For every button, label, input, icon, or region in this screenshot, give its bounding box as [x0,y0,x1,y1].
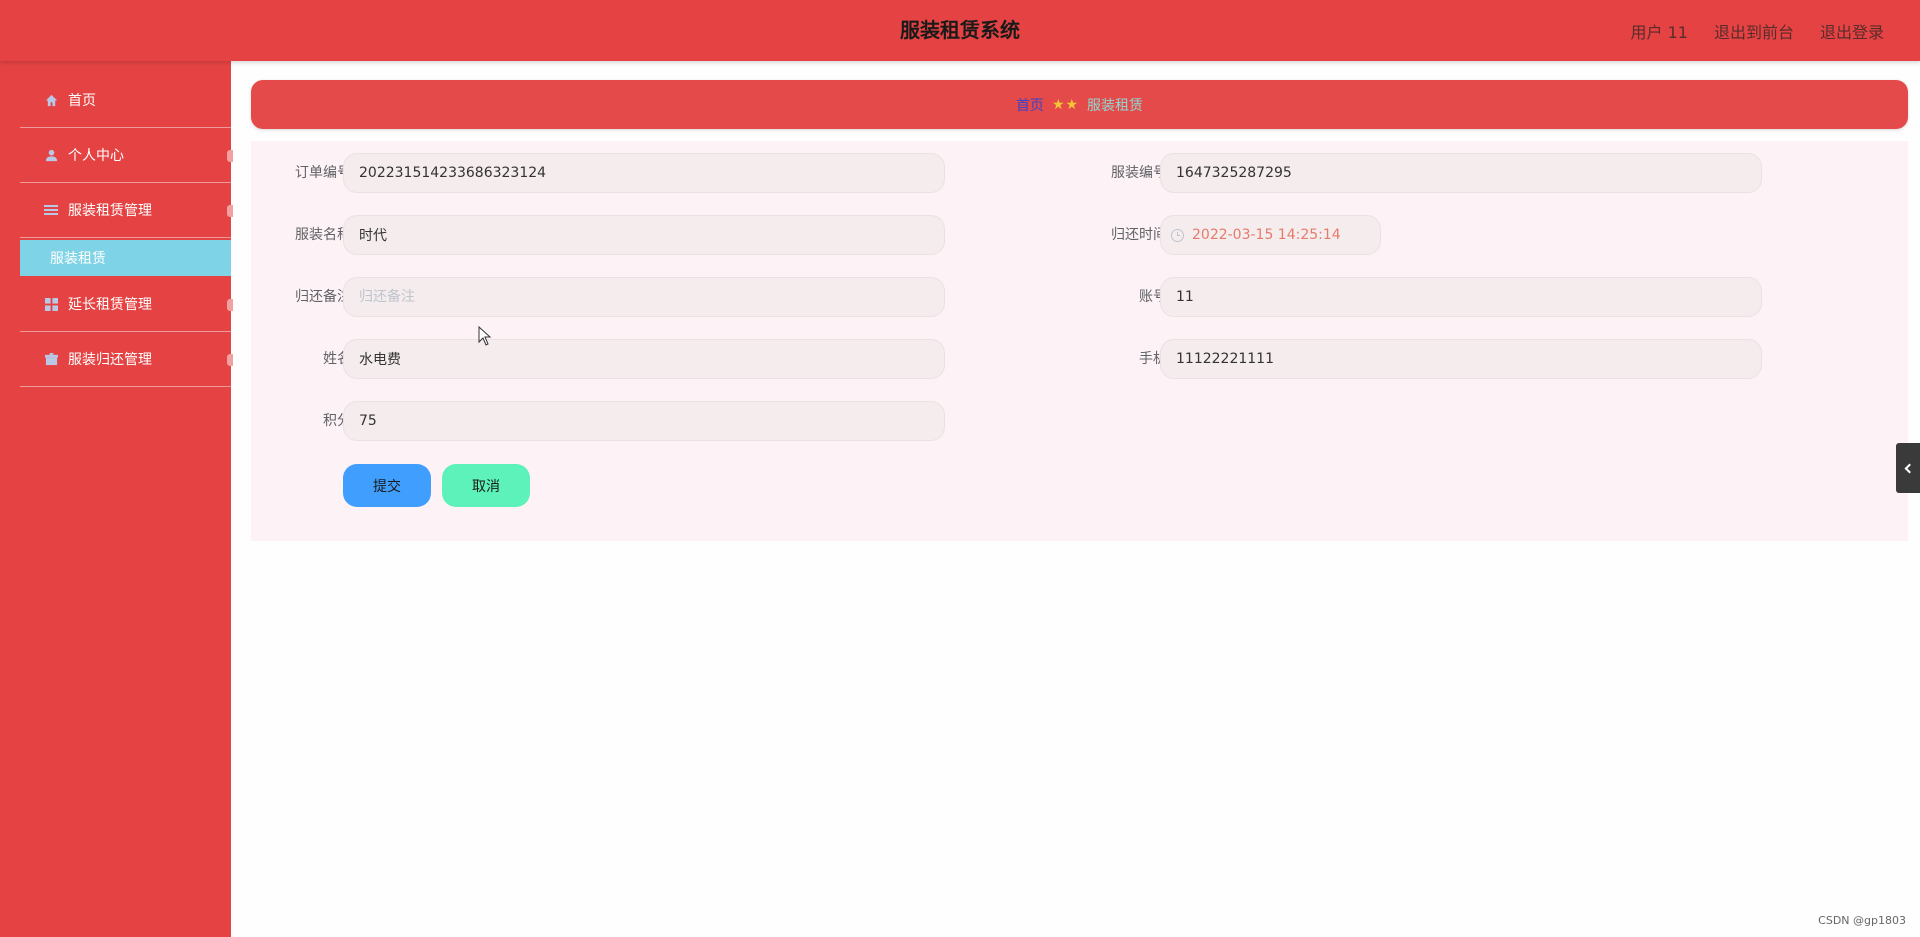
return-note-label: 归还备注 [295,289,351,305]
top-links: 用户 11 退出到前台 退出登录 [1631,0,1884,61]
breadcrumb-home-link[interactable]: 首页 [1016,95,1044,115]
order-no-label: 订单编号 [295,165,351,181]
grid-icon [44,297,58,311]
clothing-name-label: 服装名称 [295,227,351,243]
star-icon: ★★ [1051,96,1080,112]
box-icon [44,352,58,366]
chevron-left-icon [1904,463,1915,473]
clothing-no-label: 服装编号 [1111,165,1167,181]
sidebar-item-label: 延长租赁管理 [68,297,152,313]
home-icon [44,93,58,107]
sidebar-item-extension-management[interactable]: 延长租赁管理 [20,277,233,332]
points-label: 积分 [323,413,351,429]
clothing-no-input[interactable] [1160,153,1762,193]
expand-indicator [227,354,233,366]
rental-form: 订单编号 服装编号 服装名称 归还时间 2022-03-15 14:25:14 … [251,141,1908,541]
return-time-picker[interactable]: 2022-03-15 14:25:14 [1160,215,1381,255]
exit-to-front-link[interactable]: 退出到前台 [1714,19,1794,43]
account-input[interactable] [1160,277,1762,317]
breadcrumb: 首页 ★★ 服装租赁 [251,80,1908,129]
phone-input[interactable] [1160,339,1762,379]
side-panel-toggle[interactable] [1896,443,1920,493]
clock-icon [1171,228,1184,242]
expand-indicator [227,299,233,311]
clothing-name-input[interactable] [343,215,945,255]
expand-indicator [227,150,233,162]
account-label: 账号 [1139,289,1167,305]
order-no-input[interactable] [343,153,945,193]
sidebar-item-personal-center[interactable]: 个人中心 [20,128,233,183]
sidebar-item-label: 首页 [68,93,96,109]
mouse-cursor-icon [478,326,492,346]
breadcrumb-current: 服装租赁 [1087,97,1144,114]
sidebar-subitem-clothing-rental[interactable]: 服装租赁 [20,240,231,276]
expand-indicator [227,205,233,217]
sidebar-item-return-management[interactable]: 服装归还管理 [20,332,233,387]
menu-icon [44,203,58,217]
return-time-label: 归还时间 [1111,227,1167,243]
sidebar-item-label: 服装租赁管理 [68,203,152,219]
cancel-button[interactable]: 取消 [442,464,530,507]
current-user-link[interactable]: 用户 11 [1631,19,1688,43]
sidebar-item-clothing-rental-management[interactable]: 服装租赁管理 [20,183,233,238]
submit-button[interactable]: 提交 [343,464,431,507]
sidebar-subitem-label: 服装租赁 [50,251,106,267]
name-input[interactable] [343,339,945,379]
phone-label: 手机 [1139,351,1167,367]
sidebar: 首页 个人中心 服装租赁管理 服装租赁 延长租赁管理 服装归还管理 [0,61,233,937]
points-input[interactable] [343,401,945,441]
sidebar-item-home[interactable]: 首页 [20,73,231,128]
top-header: 服装租赁系统 用户 11 退出到前台 退出登录 [0,0,1920,61]
user-icon [44,148,58,162]
name-label: 姓名 [323,351,351,367]
watermark: CSDN @gp1803 [1818,914,1906,927]
sidebar-item-label: 个人中心 [68,148,124,164]
return-note-input[interactable] [343,277,945,317]
return-time-value: 2022-03-15 14:25:14 [1192,227,1341,243]
sidebar-item-label: 服装归还管理 [68,352,152,368]
logout-link[interactable]: 退出登录 [1820,19,1884,43]
